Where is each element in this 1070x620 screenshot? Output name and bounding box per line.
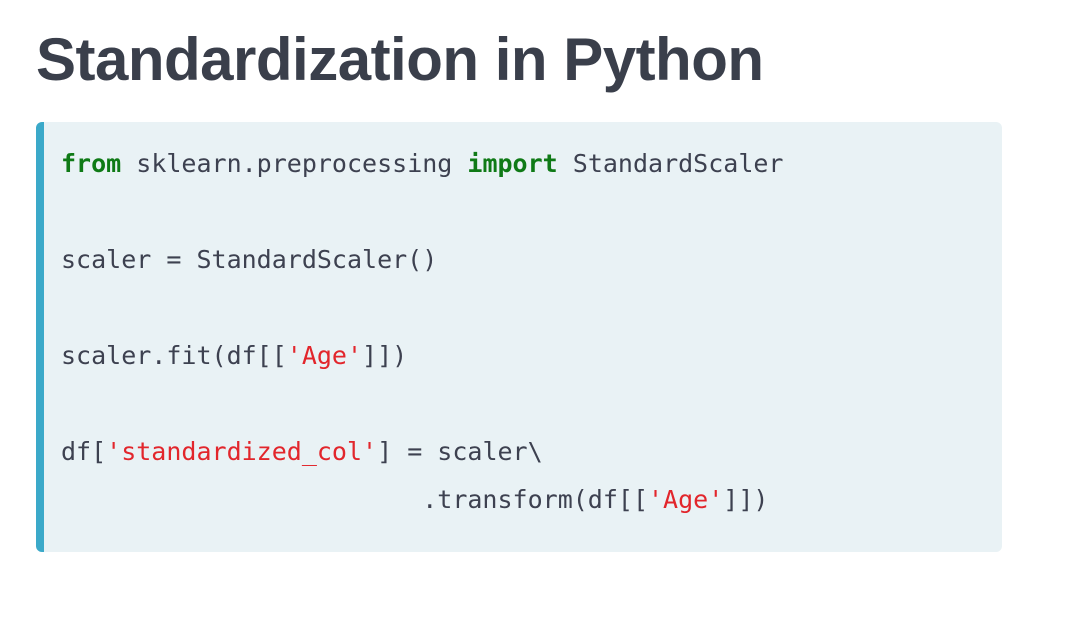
code-line-fit: scaler.fit(df[['Age']]): [61, 332, 784, 380]
code-block-accent-bar: [36, 122, 44, 552]
code-block: from sklearn.preprocessing import Standa…: [36, 122, 1002, 552]
module-name: sklearn.preprocessing: [121, 149, 468, 178]
slide-title: Standardization in Python: [36, 26, 764, 93]
keyword-import: import: [467, 149, 558, 178]
code-text: scaler.fit(df[[: [61, 341, 287, 370]
string-literal: 'Age': [648, 485, 724, 514]
code-line-assign: df['standardized_col'] = scaler\: [61, 428, 784, 476]
code-text: .transform(df[[: [61, 485, 648, 514]
code-line-scaler-init: scaler = StandardScaler(): [61, 245, 438, 274]
string-literal: 'standardized_col': [106, 437, 378, 466]
code-text: ] = scaler\: [377, 437, 543, 466]
code-text: df[: [61, 437, 107, 466]
code-text: ]]): [362, 341, 408, 370]
code-text: ]]): [723, 485, 769, 514]
keyword-from: from: [61, 149, 122, 178]
code-content: from sklearn.preprocessing import Standa…: [61, 140, 784, 524]
string-literal: 'Age': [286, 341, 363, 370]
code-line-transform: .transform(df[['Age']]): [61, 476, 784, 524]
code-line-import: from sklearn.preprocessing import Standa…: [61, 140, 784, 188]
imported-name: StandardScaler: [557, 149, 784, 178]
